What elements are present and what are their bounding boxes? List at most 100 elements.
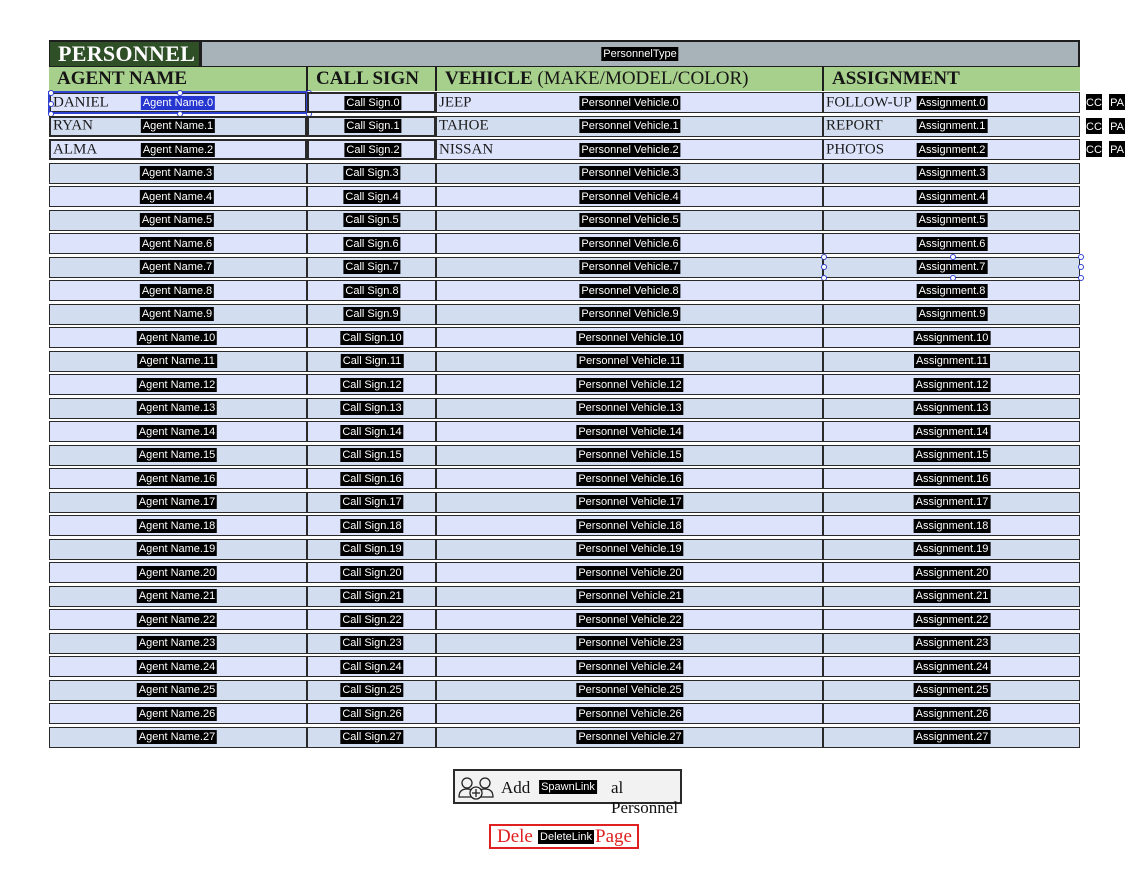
- field-assignment[interactable]: Assignment.26: [823, 703, 1080, 724]
- field-vehicle[interactable]: TAHOE Personnel Vehicle.1: [436, 115, 823, 137]
- field-vehicle[interactable]: Personnel Vehicle.12: [436, 374, 823, 395]
- field-assignment[interactable]: Assignment.14: [823, 421, 1080, 442]
- add-personnel-button[interactable]: Add SpawnLink al Personnel: [453, 769, 682, 817]
- field-assignment[interactable]: PHOTOS Assignment.2: [823, 139, 1080, 160]
- field-assignment[interactable]: Assignment.24: [823, 656, 1080, 677]
- field-assignment[interactable]: Assignment.7: [821, 253, 1084, 281]
- resize-handle[interactable]: [1078, 264, 1084, 270]
- field-call[interactable]: Call Sign.10: [307, 327, 436, 348]
- field-call[interactable]: Call Sign.5: [307, 209, 436, 231]
- field-call[interactable]: Call Sign.23: [307, 632, 436, 654]
- field-agent[interactable]: Agent Name.16: [49, 468, 307, 489]
- field-assignment[interactable]: Assignment.23: [823, 632, 1080, 654]
- field-agent[interactable]: Agent Name.7: [49, 256, 307, 278]
- field-vehicle[interactable]: Personnel Vehicle.16: [436, 468, 823, 489]
- field-agent[interactable]: Agent Name.5: [49, 209, 307, 231]
- field-agent[interactable]: Agent Name.8: [49, 280, 307, 301]
- field-assignment[interactable]: Assignment.10: [823, 327, 1080, 348]
- field-call[interactable]: Call Sign.7: [307, 256, 436, 278]
- field-assignment[interactable]: Assignment.19: [823, 538, 1080, 560]
- cc-button[interactable]: CC: [1085, 140, 1103, 158]
- field-agent[interactable]: Agent Name.18: [49, 515, 307, 536]
- field-vehicle[interactable]: Personnel Vehicle.26: [436, 703, 823, 724]
- resize-handle[interactable]: [821, 253, 827, 260]
- field-agent[interactable]: Agent Name.26: [49, 703, 307, 724]
- field-vehicle[interactable]: Personnel Vehicle.7: [436, 256, 823, 278]
- field-agent[interactable]: Agent Name.4: [49, 186, 307, 207]
- field-agent[interactable]: Agent Name.21: [49, 585, 307, 607]
- field-vehicle[interactable]: Personnel Vehicle.24: [436, 656, 823, 677]
- field-call[interactable]: Call Sign.11: [307, 350, 436, 372]
- field-call[interactable]: Call Sign.17: [307, 491, 436, 513]
- field-assignment[interactable]: Assignment.3: [823, 162, 1080, 184]
- field-call[interactable]: Call Sign.27: [307, 726, 436, 748]
- field-call[interactable]: Call Sign.6: [307, 233, 436, 254]
- field-call[interactable]: Call Sign.3: [307, 162, 436, 184]
- field-vehicle[interactable]: Personnel Vehicle.23: [436, 632, 823, 654]
- field-vehicle[interactable]: NISSAN Personnel Vehicle.2: [436, 139, 823, 160]
- field-call[interactable]: Call Sign.22: [307, 609, 436, 630]
- field-vehicle[interactable]: Personnel Vehicle.3: [436, 162, 823, 184]
- field-assignment[interactable]: Assignment.27: [823, 726, 1080, 748]
- field-assignment[interactable]: Assignment.6: [823, 233, 1080, 254]
- field-agent[interactable]: Agent Name.6: [49, 233, 307, 254]
- field-vehicle[interactable]: Personnel Vehicle.10: [436, 327, 823, 348]
- field-call[interactable]: Call Sign.19: [307, 538, 436, 560]
- field-vehicle[interactable]: Personnel Vehicle.5: [436, 209, 823, 231]
- field-call[interactable]: Call Sign.9: [307, 303, 436, 325]
- field-agent[interactable]: Agent Name.13: [49, 397, 307, 419]
- field-agent[interactable]: Agent Name.23: [49, 632, 307, 654]
- field-assignment[interactable]: Assignment.8: [823, 280, 1080, 301]
- field-call[interactable]: Call Sign.14: [307, 421, 436, 442]
- field-assignment[interactable]: Assignment.22: [823, 609, 1080, 630]
- field-assignment[interactable]: Assignment.16: [823, 468, 1080, 489]
- field-agent[interactable]: Agent Name.3: [49, 162, 307, 184]
- resize-handle[interactable]: [177, 90, 183, 96]
- field-assignment[interactable]: Assignment.20: [823, 562, 1080, 583]
- field-assignment[interactable]: Assignment.11: [823, 350, 1080, 372]
- field-call[interactable]: Call Sign.24: [307, 656, 436, 677]
- field-call[interactable]: Call Sign.20: [307, 562, 436, 583]
- field-vehicle[interactable]: Personnel Vehicle.15: [436, 444, 823, 466]
- field-vehicle[interactable]: Personnel Vehicle.8: [436, 280, 823, 301]
- field-assignment[interactable]: Assignment.4: [823, 186, 1080, 207]
- field-call[interactable]: Call Sign.21: [307, 585, 436, 607]
- field-vehicle[interactable]: Personnel Vehicle.11: [436, 350, 823, 372]
- field-agent[interactable]: Agent Name.22: [49, 609, 307, 630]
- field-assignment[interactable]: Assignment.5: [823, 209, 1080, 231]
- field-agent[interactable]: Agent Name.12: [49, 374, 307, 395]
- resize-handle[interactable]: [1078, 253, 1084, 260]
- field-assignment[interactable]: REPORT Assignment.1: [823, 115, 1080, 137]
- field-agent[interactable]: Agent Name.27: [49, 726, 307, 748]
- field-call[interactable]: Call Sign.2: [307, 139, 436, 160]
- field-call[interactable]: Call Sign.15: [307, 444, 436, 466]
- field-assignment[interactable]: Assignment.13: [823, 397, 1080, 419]
- field-call[interactable]: Call Sign.18: [307, 515, 436, 536]
- field-call[interactable]: Call Sign.8: [307, 280, 436, 301]
- field-assignment[interactable]: FOLLOW-UP Assignment.0: [823, 92, 1080, 113]
- field-vehicle[interactable]: Personnel Vehicle.14: [436, 421, 823, 442]
- field-vehicle[interactable]: Personnel Vehicle.19: [436, 538, 823, 560]
- cc-button[interactable]: CC: [1085, 93, 1103, 111]
- field-vehicle[interactable]: Personnel Vehicle.4: [436, 186, 823, 207]
- field-agent[interactable]: Agent Name.14: [49, 421, 307, 442]
- field-call[interactable]: Call Sign.26: [307, 703, 436, 724]
- field-vehicle[interactable]: Personnel Vehicle.20: [436, 562, 823, 583]
- field-agent[interactable]: Agent Name.11: [49, 350, 307, 372]
- field-agent[interactable]: Agent Name.9: [49, 303, 307, 325]
- pa-button[interactable]: PA: [1108, 93, 1126, 111]
- field-assignment[interactable]: Assignment.18: [823, 515, 1080, 536]
- personnel-type-field[interactable]: PersonnelType: [202, 42, 1078, 66]
- delete-page-button[interactable]: Dele DeleteLink Page: [489, 824, 639, 849]
- field-agent[interactable]: RYAN Agent Name.1: [49, 115, 307, 137]
- field-call[interactable]: Call Sign.25: [307, 679, 436, 701]
- pa-button[interactable]: PA: [1108, 140, 1126, 158]
- field-agent[interactable]: Agent Name.24: [49, 656, 307, 677]
- field-agent[interactable]: Agent Name.15: [49, 444, 307, 466]
- field-vehicle[interactable]: Personnel Vehicle.13: [436, 397, 823, 419]
- field-vehicle[interactable]: Personnel Vehicle.9: [436, 303, 823, 325]
- field-vehicle[interactable]: Personnel Vehicle.17: [436, 491, 823, 513]
- field-assignment[interactable]: Assignment.17: [823, 491, 1080, 513]
- field-assignment[interactable]: Assignment.25: [823, 679, 1080, 701]
- cc-button[interactable]: CC: [1085, 116, 1103, 135]
